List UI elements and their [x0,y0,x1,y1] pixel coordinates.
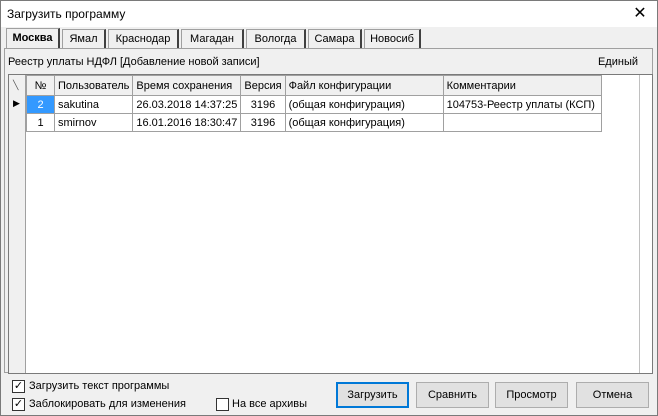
title-bar: Загрузить программу ✕ [1,1,657,27]
cell-comment[interactable] [442,113,602,132]
cell-number[interactable]: 2 [26,95,55,114]
tab-novosib[interactable]: Новосиб [364,29,421,49]
tab-vologda[interactable]: Вологда [246,29,306,49]
current-row-pointer-icon: ▶ [13,98,20,108]
col-version[interactable]: Версия [240,75,286,96]
vertical-scrollbar[interactable] [639,75,652,373]
lock-label: Заблокировать для изменения [29,398,186,410]
document-name: Реестр уплаты НДФЛ [Добавление новой зап… [8,56,260,68]
load-program-dialog: Загрузить программу ✕ Москва Ямал Красно… [0,0,658,416]
col-save-time[interactable]: Время сохранения [132,75,242,96]
tab-krasnodar[interactable]: Краснодар [108,29,179,49]
cell-version[interactable]: 3196 [240,113,286,132]
cell-config-file[interactable]: (общая конфигурация) [284,113,444,132]
tab-yamal[interactable]: Ямал [62,29,106,49]
preview-button[interactable]: Просмотр [495,382,568,408]
cell-save-time[interactable]: 26.03.2018 14:37:25 [132,95,242,114]
corner-icon: ╲ [13,80,19,90]
compare-button[interactable]: Сравнить [416,382,489,408]
table-row[interactable]: 1 smirnov 16.01.2016 18:30:47 3196 (обща… [26,113,602,132]
row-header-column: ╲ ▶ [9,75,26,373]
cell-comment[interactable]: 104753-Реестр уплаты (КСП) [442,95,602,114]
col-number[interactable]: № [26,75,55,96]
col-user[interactable]: Пользователь [53,75,134,96]
versions-grid[interactable]: ╲ ▶ № Пользователь Время сохранения Верс… [8,74,653,374]
document-scope: Единый [597,56,638,68]
all-archives-label: На все архивы [232,398,308,410]
close-icon[interactable]: ✕ [623,1,657,27]
load-text-label: Загрузить текст программы [29,380,170,392]
load-button[interactable]: Загрузить [336,382,409,408]
window-title: Загрузить программу [7,7,126,21]
tab-samara[interactable]: Самара [308,29,362,49]
cell-config-file[interactable]: (общая конфигурация) [284,95,444,114]
table-row[interactable]: 2 sakutina 26.03.2018 14:37:25 3196 (общ… [26,95,602,114]
cell-number[interactable]: 1 [26,113,55,132]
cell-user[interactable]: sakutina [53,95,134,114]
load-text-checkbox[interactable]: ✓ [12,380,25,393]
versions-table: № Пользователь Время сохранения Версия Ф… [26,75,602,132]
cell-version[interactable]: 3196 [240,95,286,114]
lock-checkbox[interactable]: ✓ [12,398,25,411]
all-archives-checkbox[interactable] [216,398,229,411]
col-config-file[interactable]: Файл конфигурации [284,75,444,96]
tab-moskva[interactable]: Москва [6,28,60,50]
cancel-button[interactable]: Отмена [576,382,649,408]
col-comments[interactable]: Комментарии [442,75,602,96]
cell-user[interactable]: smirnov [53,113,134,132]
cell-save-time[interactable]: 16.01.2016 18:30:47 [132,113,242,132]
tab-magadan[interactable]: Магадан [181,29,244,49]
